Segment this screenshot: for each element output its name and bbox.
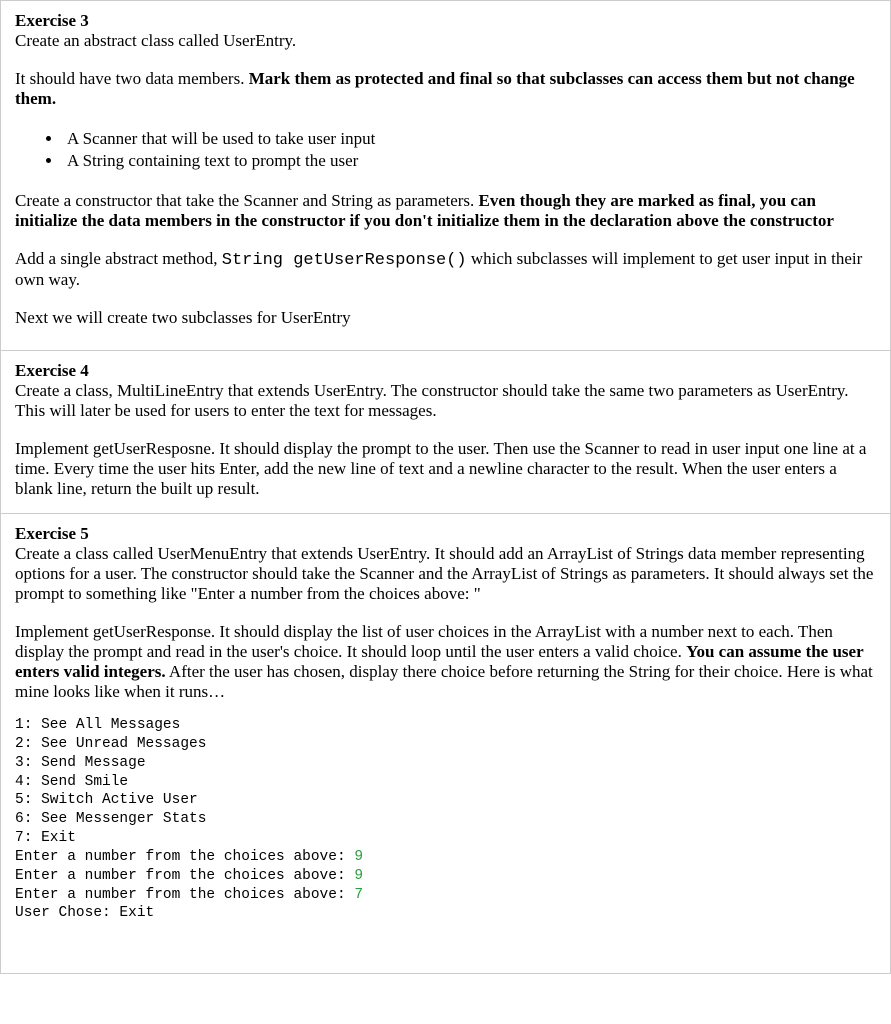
user-input: 9 [354, 849, 363, 865]
list-item: A String containing text to prompt the u… [63, 151, 876, 171]
code-snippet: String getUserResponse() [222, 251, 467, 270]
exercise-3-members: It should have two data members. Mark th… [15, 69, 876, 109]
exercise-4-panel: Exercise 4 Create a class, MultiLineEntr… [0, 351, 891, 514]
list-item: A Scanner that will be used to take user… [63, 129, 876, 149]
exercise-3-panel: Exercise 3 Create an abstract class call… [0, 0, 891, 351]
exercise-4-title: Exercise 4 [15, 361, 89, 380]
exercise-5-title: Exercise 5 [15, 524, 89, 543]
user-input: 7 [354, 887, 363, 903]
console-output: 1: See All Messages 2: See Unread Messag… [15, 716, 876, 923]
exercise-3-intro: Create an abstract class called UserEntr… [15, 31, 876, 51]
exercise-3-constructor: Create a constructor that take the Scann… [15, 191, 876, 231]
exercise-4-intro: Create a class, MultiLineEntry that exte… [15, 381, 876, 421]
exercise-5-intro: Create a class called UserMenuEntry that… [15, 544, 876, 604]
exercise-3-next: Next we will create two subclasses for U… [15, 308, 876, 328]
exercise-3-title: Exercise 3 [15, 11, 89, 30]
exercise-4-impl: Implement getUserResposne. It should dis… [15, 439, 876, 499]
exercise-3-bullets: A Scanner that will be used to take user… [15, 129, 876, 171]
exercise-5-panel: Exercise 5 Create a class called UserMen… [0, 514, 891, 974]
user-input: 9 [354, 868, 363, 884]
exercise-3-abstract-method: Add a single abstract method, String get… [15, 249, 876, 290]
exercise-5-impl: Implement getUserResponse. It should dis… [15, 622, 876, 702]
